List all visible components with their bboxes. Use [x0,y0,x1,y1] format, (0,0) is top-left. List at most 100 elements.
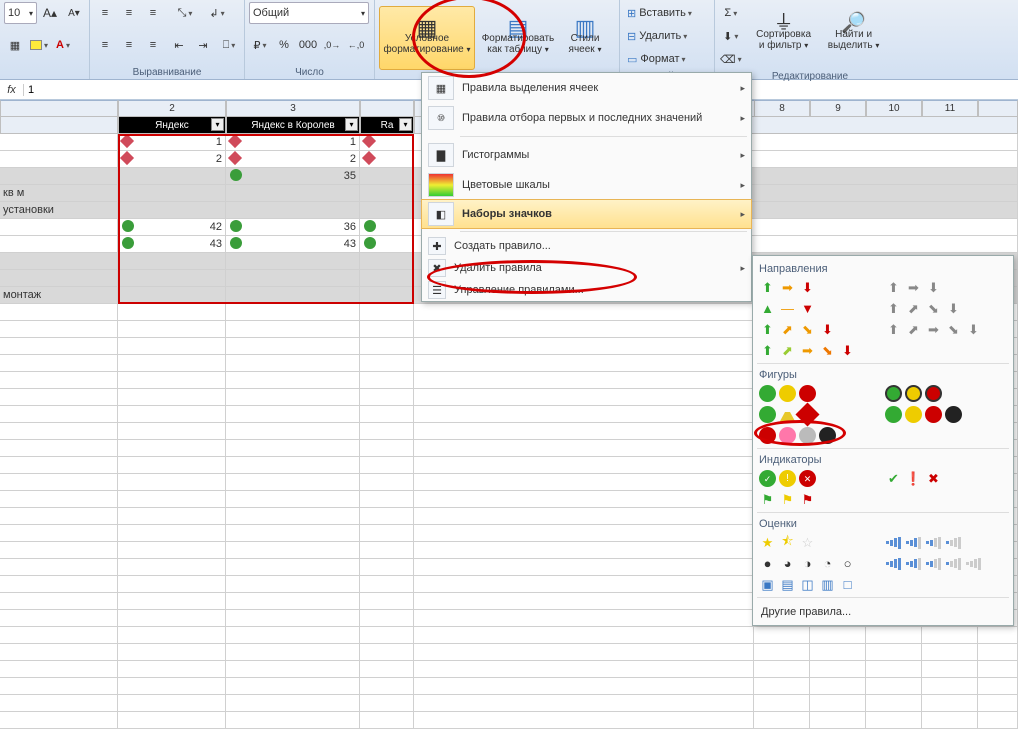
clear-button[interactable]: ⌫ [719,48,743,70]
decrease-decimal-button[interactable]: ←,0 [345,34,367,56]
comma-style-button[interactable]: 000 [297,34,319,56]
fx-label[interactable]: fx [0,84,24,96]
empty-row[interactable] [0,661,1018,678]
iconset-3trafficlights-unrimmed[interactable] [759,385,869,402]
empty-row[interactable] [0,695,1018,712]
increase-indent-button[interactable]: ⇥ [192,34,214,56]
iconset-4trafficlights[interactable] [885,406,995,423]
empty-row[interactable] [0,644,1018,661]
iconset-4arrows-colored[interactable]: ⬆⬈⬊⬇ [759,321,869,338]
align-right-button[interactable]: ≡ [142,34,164,56]
fill-button[interactable]: ⬇ [719,25,743,47]
merge-button[interactable]: ⎕ [218,34,240,56]
align-left-button[interactable]: ≡ [94,34,116,56]
increase-font-button[interactable]: A▴ [39,2,61,24]
ribbon: 10▾ A▴ A▾ ▦ A ≡ ≡ ≡ ⤡ ↲ ≡ ≡ ≡ ⇤ ⇥ [0,0,1018,80]
iconset-5quarters[interactable]: ●◕◑◔○ [759,555,869,572]
conditional-formatting-icon: ▦ [417,22,438,33]
filter-icon[interactable]: ▾ [399,118,412,131]
topbottom-icon: ⑩ [428,106,454,130]
iconset-3arrows-gray[interactable]: ⬆➡⬇ [885,279,995,296]
menu-icon-sets[interactable]: ◧ Наборы значков▸ [421,199,752,229]
iconset-3symbols-uncircled[interactable]: ✔❗✖ [885,470,995,487]
new-rule-icon: ✚ [428,237,446,255]
conditional-formatting-button[interactable]: ▦ Условное форматирование ▾ [379,6,475,70]
iconset-5arrows-colored[interactable]: ⬆⬈➡⬊⬇ [759,342,869,359]
databars-icon: ▇ [428,143,454,167]
menu-top-bottom-rules[interactable]: ⑩ Правила отбора первых и последних знач… [422,103,751,133]
accounting-format-button[interactable]: ₽ [249,34,271,56]
editing-group: Σ ⬇ ⌫ ⏚ Сортировка и фильтр ▾ 🔎 Найти и … [715,0,905,79]
menu-manage-rules[interactable]: ☰ Управление правилами... [422,279,751,301]
number-group: Общий▾ ₽ % 000 ,0→ ←,0 Число [245,0,375,79]
gallery-more-rules[interactable]: Другие правила... [757,600,1009,621]
iconsets-icon: ◧ [428,202,454,226]
col-header-3[interactable]: Ra▾ [360,117,414,134]
gallery-header-indicators: Индикаторы [757,451,1009,468]
insert-button[interactable]: ⊞Вставить [624,2,710,24]
align-middle-button[interactable]: ≡ [118,2,140,24]
font-color-button[interactable]: A [52,34,74,56]
iconset-5arrows-gray[interactable]: ⬆⬈➡⬊⬇ [885,321,995,338]
menu-color-scales[interactable]: Цветовые шкалы▸ [422,170,751,200]
conditional-formatting-menu: ▦ Правила выделения ячеек▸ ⑩ Правила отб… [421,72,752,302]
number-format-combo[interactable]: Общий▾ [249,2,369,24]
align-top-button[interactable]: ≡ [94,2,116,24]
percent-button[interactable]: % [273,34,295,56]
fill-color-button[interactable] [28,34,50,56]
align-bottom-button[interactable]: ≡ [142,2,164,24]
increase-decimal-button[interactable]: ,0→ [321,34,343,56]
sort-icon: ⏚ [774,18,794,29]
decrease-font-button[interactable]: A▾ [63,2,85,24]
manage-rules-icon: ☰ [428,281,446,299]
colorscales-icon [428,173,454,197]
format-button[interactable]: ▭Формат [624,48,710,70]
font-size-combo[interactable]: 10▾ [4,2,37,24]
gallery-header-shapes: Фигуры [757,366,1009,383]
iconset-3triangles[interactable]: ▲—▼ [759,300,869,317]
iconset-3flags[interactable]: ⚑⚑⚑ [759,491,869,508]
sort-filter-button[interactable]: ⏚ Сортировка и фильтр ▾ [749,2,819,66]
delete-button[interactable]: ⊟Удалить [624,25,710,47]
alignment-group: ≡ ≡ ≡ ⤡ ↲ ≡ ≡ ≡ ⇤ ⇥ ⎕ Выравнивание [90,0,245,79]
align-center-button[interactable]: ≡ [118,34,140,56]
iconset-redtoblack[interactable] [759,427,869,444]
find-select-button[interactable]: 🔎 Найти и выделить ▾ [821,2,887,66]
iconset-4arrows-gray[interactable]: ⬆⬈⬊⬇ [885,300,995,317]
borders-button[interactable]: ▦ [4,34,26,56]
autosum-button[interactable]: Σ [719,2,743,24]
number-label: Число [249,66,370,78]
wrap-text-button[interactable]: ↲ [206,2,228,24]
filter-icon[interactable]: ▾ [345,118,358,131]
decrease-indent-button[interactable]: ⇤ [168,34,190,56]
col-header-1[interactable]: Яндекс▾ [118,117,226,134]
menu-highlight-rules[interactable]: ▦ Правила выделения ячеек▸ [422,73,751,103]
iconset-5boxes[interactable]: ▣▤◫▥□ [759,576,869,593]
icon-sets-gallery: Направления ⬆➡⬇ ⬆➡⬇ ▲—▼ ⬆⬈⬊⬇ ⬆⬈⬊⬇ ⬆⬈➡⬊⬇ … [752,255,1014,626]
cell-styles-button[interactable]: ▥ Стили ячеек ▾ [561,6,609,70]
menu-data-bars[interactable]: ▇ Гистограммы▸ [422,140,751,170]
format-as-table-button[interactable]: ▤ Форматировать как таблицу ▾ [477,6,559,70]
iconset-3signs[interactable] [759,406,869,423]
menu-clear-rules[interactable]: ✖ Удалить правила▸ [422,257,751,279]
iconset-3symbols-circled[interactable]: ✓!✕ [759,470,869,487]
cell-styles-icon: ▥ [575,22,596,33]
gallery-header-ratings: Оценки [757,515,1009,532]
empty-row[interactable] [0,627,1018,644]
col-header-2[interactable]: Яндекс в Королев▾ [226,117,360,134]
orientation-button[interactable]: ⤡ [174,2,196,24]
binoculars-icon: 🔎 [841,18,866,29]
iconset-3trafficlights-rimmed[interactable] [885,385,995,402]
iconset-3stars[interactable]: ★⯪☆ [759,534,869,551]
iconset-3arrows-colored[interactable]: ⬆➡⬇ [759,279,869,296]
filter-icon[interactable]: ▾ [211,118,224,131]
cells-group: ⊞Вставить ⊟Удалить ▭Формат Ячейки [620,0,715,79]
iconset-4ratings[interactable] [885,534,995,551]
clear-rules-icon: ✖ [428,259,446,277]
iconset-5ratings[interactable] [885,555,995,572]
empty-row[interactable] [0,712,1018,729]
font-group: 10▾ A▴ A▾ ▦ A [0,0,90,79]
alignment-label: Выравнивание [94,66,240,78]
menu-new-rule[interactable]: ✚ Создать правило... [422,235,751,257]
table-icon: ▤ [508,22,529,33]
